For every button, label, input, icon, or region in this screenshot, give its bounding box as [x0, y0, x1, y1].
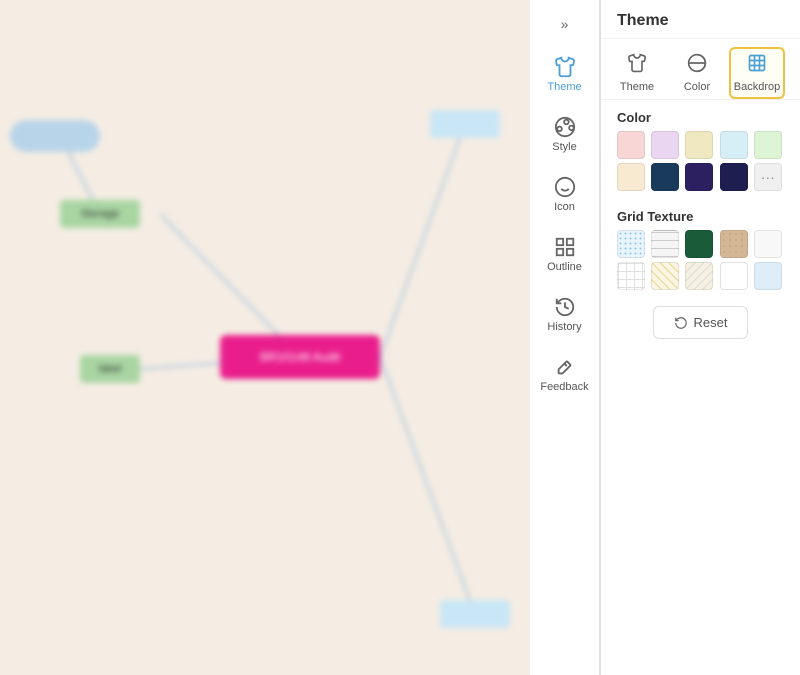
sidebar-item-style[interactable]: Style [535, 104, 595, 164]
texture-swatch-white-plain[interactable] [754, 230, 782, 258]
node-label: label [80, 355, 140, 383]
sidebar-item-theme[interactable]: Theme [535, 44, 595, 104]
style-icon [554, 116, 576, 138]
color-swatch-5[interactable] [617, 163, 645, 191]
node-center: BR10148 Audit [220, 335, 380, 379]
color-swatch-7[interactable] [685, 163, 713, 191]
texture-swatch-plain-white[interactable] [720, 262, 748, 290]
history-icon [554, 296, 576, 318]
texture-grid [601, 230, 800, 298]
tab-color-icon [687, 53, 707, 78]
color-swatch-2[interactable] [685, 131, 713, 159]
sidebar-item-feedback[interactable]: Feedback [535, 344, 595, 404]
color-grid: ··· [601, 131, 800, 199]
icon-icon [554, 176, 576, 198]
outline-icon [554, 236, 576, 258]
sidebar-item-icon[interactable]: Icon [535, 164, 595, 224]
sidebar-item-outline[interactable]: Outline [535, 224, 595, 284]
tab-backdrop-label: Backdrop [734, 81, 780, 93]
texture-swatch-dark-green[interactable] [685, 230, 713, 258]
reset-icon [674, 316, 688, 330]
node-bottom-right [440, 600, 510, 628]
feedback-icon [554, 356, 576, 378]
color-swatch-0[interactable] [617, 131, 645, 159]
reset-button[interactable]: Reset [653, 306, 749, 339]
canvas-area: Storage label BR10148 Audit [0, 0, 530, 675]
texture-swatch-light-blue[interactable] [754, 262, 782, 290]
tab-backdrop[interactable]: Backdrop [729, 47, 785, 99]
panel-tabs: Theme Color Backdrop [601, 39, 800, 100]
tab-color[interactable]: Color [669, 47, 725, 99]
sidebar: » Theme Style [530, 0, 600, 675]
texture-swatch-tan[interactable] [720, 230, 748, 258]
color-swatch-3[interactable] [720, 131, 748, 159]
color-swatch-more[interactable]: ··· [754, 163, 782, 191]
panel-header: Theme [601, 0, 800, 39]
color-section-title: Color [601, 100, 800, 131]
sidebar-item-feedback-label: Feedback [540, 381, 588, 393]
tab-theme-label: Theme [620, 81, 654, 93]
tab-color-label: Color [684, 81, 710, 93]
sidebar-item-theme-label: Theme [547, 81, 581, 93]
node-top-right [430, 110, 500, 138]
texture-swatch-white-grid[interactable] [617, 262, 645, 290]
sidebar-item-icon-label: Icon [554, 201, 575, 213]
tab-theme-icon [627, 53, 647, 78]
texture-swatch-diagonal[interactable] [685, 262, 713, 290]
collapse-button[interactable]: » [545, 8, 585, 40]
color-swatch-6[interactable] [651, 163, 679, 191]
tab-theme[interactable]: Theme [609, 47, 665, 99]
texture-section-title: Grid Texture [601, 199, 800, 230]
color-swatch-4[interactable] [754, 131, 782, 159]
node-oval [10, 120, 100, 152]
sidebar-item-outline-label: Outline [547, 261, 582, 273]
texture-swatch-lines[interactable] [651, 230, 679, 258]
color-swatch-8[interactable] [720, 163, 748, 191]
tab-backdrop-icon [747, 53, 767, 78]
texture-swatch-dots[interactable] [617, 230, 645, 258]
sidebar-item-style-label: Style [552, 141, 576, 153]
theme-icon [554, 56, 576, 78]
node-storage: Storage [60, 200, 140, 228]
right-panel: Theme Theme Color [600, 0, 800, 675]
sidebar-item-history[interactable]: History [535, 284, 595, 344]
color-swatch-1[interactable] [651, 131, 679, 159]
sidebar-item-history-label: History [547, 321, 581, 333]
texture-swatch-yellow-lines[interactable] [651, 262, 679, 290]
